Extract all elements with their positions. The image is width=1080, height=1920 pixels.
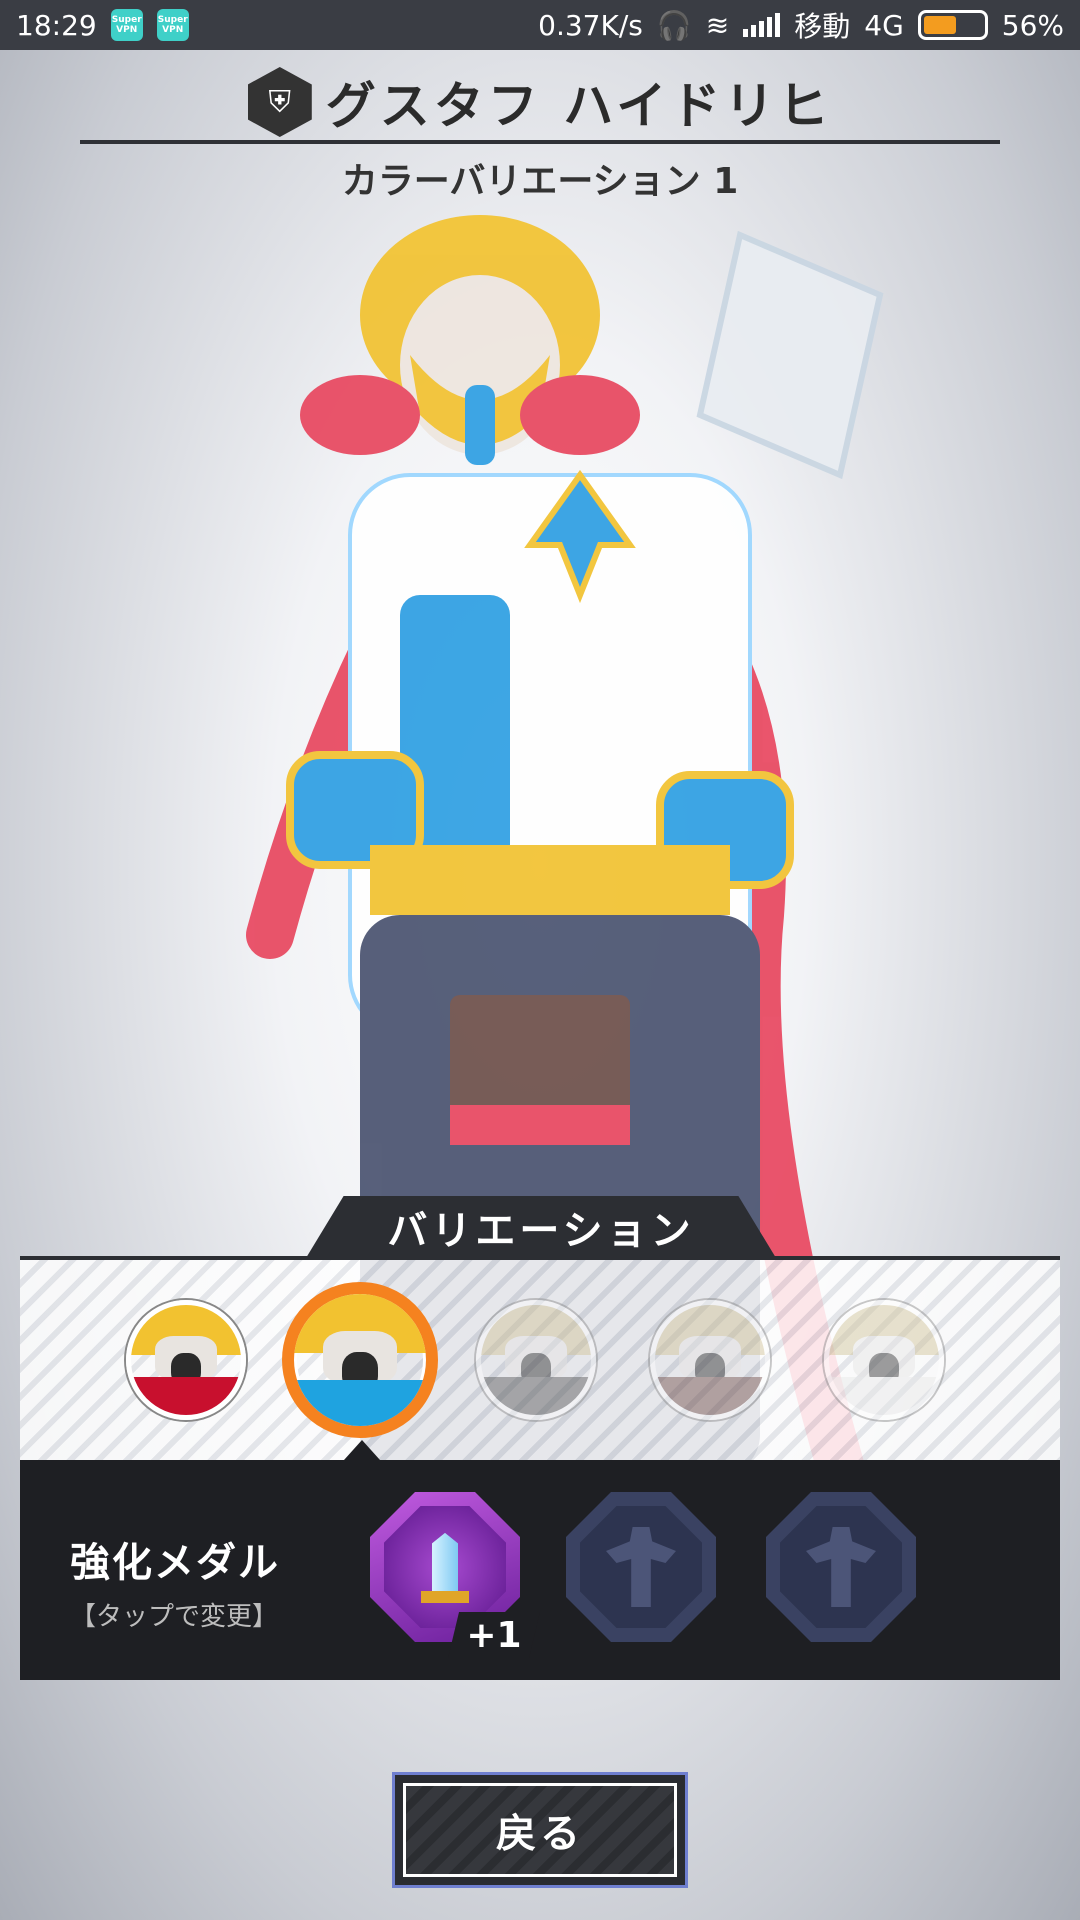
signal-icon: [743, 13, 781, 37]
title-row: ⛨ グスタフ ハイドリヒ: [0, 60, 1080, 144]
wifi-icon: ≋: [705, 8, 730, 42]
variation-avatar-4[interactable]: [824, 1300, 944, 1420]
status-bar: 18:29 Super VPN Super VPN 0.37K/s 🎧 ≋ 移動…: [0, 0, 1080, 50]
network-speed: 0.37K/s: [538, 8, 643, 42]
avatar-coat: [481, 1376, 591, 1415]
empty-medal-slot[interactable]: [766, 1492, 916, 1642]
carrier-name: 移動: [794, 10, 851, 43]
variation-caption: カラーバリエーション 1: [341, 161, 739, 202]
back-button[interactable]: 戻る: [392, 1772, 688, 1888]
selection-pointer-icon: [344, 1440, 380, 1460]
headphones-icon: 🎧: [656, 8, 692, 42]
medal-inner: [780, 1506, 902, 1628]
status-left: 18:29 Super VPN Super VPN: [16, 9, 189, 42]
battery-fill: [923, 16, 956, 34]
network-type: 4G: [864, 8, 904, 42]
vpn-app-icon: Super VPN: [156, 9, 189, 41]
avatar-coat: [655, 1376, 765, 1415]
avatar-coat: [131, 1376, 241, 1415]
medal-bonus-badge: +1: [448, 1612, 540, 1658]
avatar-coat: [829, 1376, 939, 1415]
back-button-label: 戻る: [403, 1783, 677, 1877]
medal-inner: [580, 1506, 702, 1628]
battery-percent: 56%: [1001, 8, 1064, 42]
medal-inner: [384, 1506, 506, 1628]
variation-tab: バリエーション: [306, 1196, 776, 1258]
character-name: グスタフ ハイドリヒ: [325, 77, 833, 135]
medal-subtitle: 【タップで変更】: [70, 1602, 279, 1632]
variation-avatar-0[interactable]: [126, 1300, 246, 1420]
variation-avatar-2[interactable]: [476, 1300, 596, 1420]
status-time: 18:29: [16, 8, 97, 42]
empty-medal-slot[interactable]: [566, 1492, 716, 1642]
variation-avatar-3[interactable]: [650, 1300, 770, 1420]
empty-figure-icon: [606, 1527, 676, 1607]
shield-icon: ⛨: [247, 67, 312, 137]
variation-avatar-1[interactable]: [282, 1282, 438, 1438]
status-right: 0.37K/s 🎧 ≋ 移動 4G 56%: [538, 5, 1064, 45]
title-divider: [80, 140, 1000, 144]
battery-icon: [917, 10, 988, 40]
sword-guard: [420, 1591, 470, 1604]
vpn-app-icon: Super VPN: [110, 9, 143, 41]
empty-figure-icon: [806, 1527, 876, 1607]
avatar-coat: [294, 1379, 426, 1426]
medal-label[interactable]: 強化メダル 【タップで変更】: [70, 1530, 280, 1633]
medal-title: 強化メダル: [70, 1540, 280, 1586]
